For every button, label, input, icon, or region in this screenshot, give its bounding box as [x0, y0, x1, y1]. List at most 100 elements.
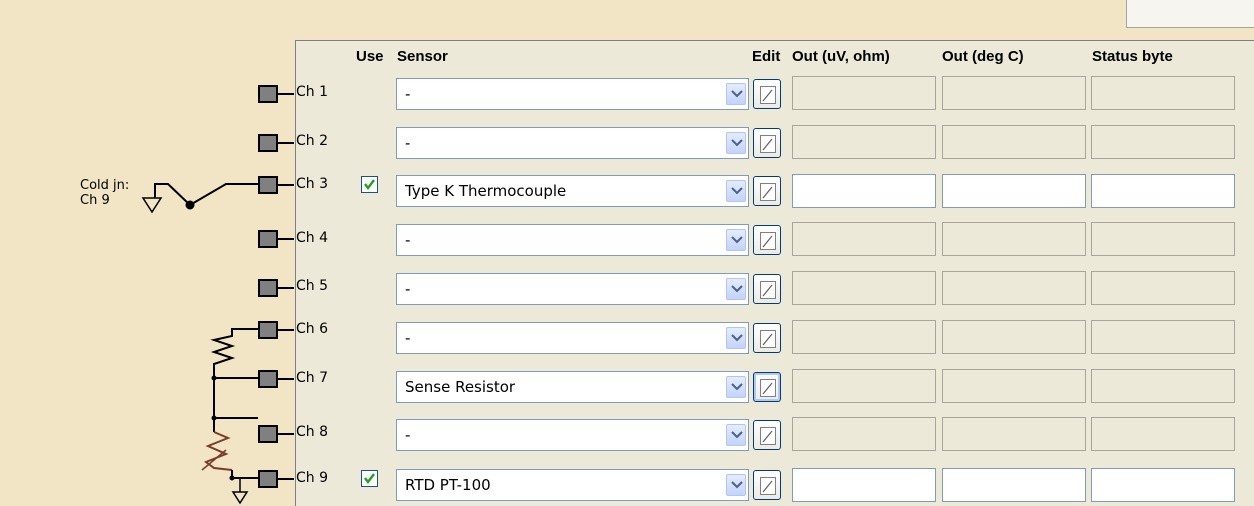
channel-label: Ch 3	[296, 176, 329, 192]
sensor-select-value: -	[405, 280, 411, 298]
chevron-down-icon[interactable]	[726, 229, 746, 251]
status-byte-field	[1091, 417, 1235, 451]
edit-button[interactable]	[753, 79, 781, 109]
thermocouple-symbol	[141, 183, 258, 214]
terminal-pin-icon	[258, 176, 278, 194]
header-sensor: Sensor	[397, 48, 448, 65]
channel-label: Ch 2	[296, 133, 329, 149]
chevron-down-icon[interactable]	[726, 474, 746, 496]
terminal-pin-icon	[258, 230, 278, 248]
corner-panel	[1126, 0, 1254, 28]
sensor-select-value: Type K Thermocouple	[405, 182, 567, 200]
terminal-pin-icon	[258, 470, 278, 488]
status-byte-field	[1091, 369, 1235, 403]
status-byte-field	[1091, 271, 1235, 305]
out-degc-field	[942, 468, 1086, 502]
pin-lead	[278, 142, 294, 144]
pencil-edit-icon	[760, 135, 776, 153]
sensor-select[interactable]: -	[396, 78, 749, 110]
out-degc-field	[942, 369, 1086, 403]
out-raw-field	[792, 320, 936, 354]
header-edit: Edit	[752, 48, 781, 65]
edit-button[interactable]	[753, 420, 781, 450]
chevron-down-icon[interactable]	[726, 132, 746, 154]
sensor-select[interactable]: -	[396, 273, 749, 305]
use-checkbox[interactable]	[361, 176, 378, 193]
out-degc-field	[942, 125, 1086, 159]
pin-lead	[278, 184, 294, 186]
pencil-edit-icon	[760, 379, 776, 397]
edit-button[interactable]	[753, 470, 781, 500]
edit-button[interactable]	[753, 372, 781, 402]
status-byte-field	[1091, 125, 1235, 159]
out-degc-field	[942, 174, 1086, 208]
sensor-select-value: -	[405, 426, 411, 444]
chevron-down-icon[interactable]	[726, 376, 746, 398]
out-degc-field	[942, 320, 1086, 354]
sensor-select-value: RTD PT-100	[405, 476, 491, 494]
out-raw-field	[792, 271, 936, 305]
edit-button[interactable]	[753, 128, 781, 158]
edit-button[interactable]	[753, 323, 781, 353]
channel-label: Ch 9	[296, 470, 329, 486]
chevron-down-icon[interactable]	[726, 278, 746, 300]
edit-button[interactable]	[753, 176, 781, 206]
wiring-schematic	[141, 183, 258, 505]
out-raw-field	[792, 468, 936, 502]
sensor-select[interactable]: -	[396, 322, 749, 354]
chevron-down-icon[interactable]	[726, 83, 746, 105]
out-raw-field	[792, 174, 936, 208]
channel-label: Ch 6	[296, 321, 329, 337]
pencil-edit-icon	[760, 281, 776, 299]
pin-lead	[278, 433, 294, 435]
out-raw-field	[792, 369, 936, 403]
edit-button[interactable]	[753, 225, 781, 255]
pin-lead	[278, 287, 294, 289]
out-degc-field	[942, 271, 1086, 305]
pencil-edit-icon	[760, 232, 776, 250]
terminal-pin-icon	[258, 370, 278, 388]
out-raw-field	[792, 76, 936, 110]
sensor-select[interactable]: -	[396, 419, 749, 451]
pin-lead	[278, 238, 294, 240]
checkmark-icon	[364, 179, 375, 190]
pencil-edit-icon	[760, 330, 776, 348]
sensor-select-value: -	[405, 231, 411, 249]
chevron-down-icon[interactable]	[726, 180, 746, 202]
channel-label: Ch 4	[296, 230, 329, 246]
edit-button[interactable]	[753, 274, 781, 304]
sensor-select[interactable]: Sense Resistor	[396, 371, 749, 403]
sensor-select[interactable]: -	[396, 127, 749, 159]
pin-lead	[278, 329, 294, 331]
status-byte-field	[1091, 222, 1235, 256]
pencil-edit-icon	[760, 183, 776, 201]
status-byte-field	[1091, 76, 1235, 110]
out-degc-field	[942, 417, 1086, 451]
chevron-down-icon[interactable]	[726, 327, 746, 349]
sensor-select[interactable]: RTD PT-100	[396, 469, 749, 501]
out-degc-field	[942, 76, 1086, 110]
channel-label: Ch 5	[296, 278, 329, 294]
terminal-pin-icon	[258, 134, 278, 152]
chevron-down-icon[interactable]	[726, 424, 746, 446]
sensor-select[interactable]: Type K Thermocouple	[396, 175, 749, 207]
resistor-network	[201, 328, 258, 505]
status-byte-field	[1091, 174, 1235, 208]
sensor-select-value: -	[405, 134, 411, 152]
pencil-edit-icon	[760, 86, 776, 104]
header-out-raw: Out (uV, ohm)	[792, 48, 890, 65]
sensor-select-value: -	[405, 329, 411, 347]
terminal-pin-icon	[258, 321, 278, 339]
terminal-pin-icon	[258, 279, 278, 297]
header-use: Use	[356, 48, 384, 65]
channel-label: Ch 8	[296, 424, 329, 440]
out-raw-field	[792, 125, 936, 159]
terminal-pin-icon	[258, 85, 278, 103]
pin-lead	[278, 378, 294, 380]
terminal-pin-icon	[258, 425, 278, 443]
sensor-select[interactable]: -	[396, 224, 749, 256]
status-byte-field	[1091, 468, 1235, 502]
header-status-byte: Status byte	[1092, 48, 1173, 65]
channel-label: Ch 7	[296, 370, 329, 386]
use-checkbox[interactable]	[361, 470, 378, 487]
